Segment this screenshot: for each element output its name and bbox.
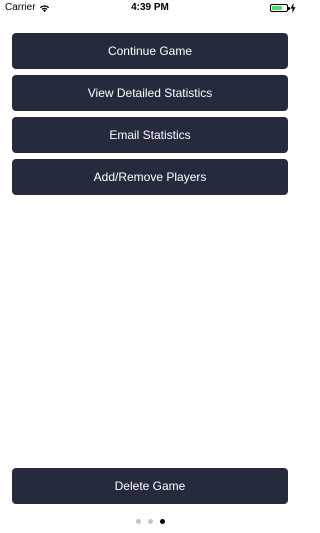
page-dot-active[interactable] — [159, 519, 165, 524]
delete-game-button[interactable]: Delete Game — [12, 468, 288, 504]
status-right — [270, 3, 296, 13]
charging-icon — [290, 3, 296, 13]
continue-game-button[interactable]: Continue Game — [12, 33, 288, 69]
battery-cap — [288, 7, 290, 10]
add-remove-players-button[interactable]: Add/Remove Players — [12, 159, 288, 195]
battery-icon — [270, 4, 290, 12]
page-dot[interactable] — [135, 519, 141, 524]
view-statistics-button[interactable]: View Detailed Statistics — [12, 75, 288, 111]
email-statistics-button[interactable]: Email Statistics — [12, 117, 288, 153]
game-menu-screen: Carrier 4:39 PM Continue Game View Detai… — [0, 0, 300, 533]
page-control[interactable] — [0, 519, 300, 524]
game-menu: Continue Game View Detailed Statistics E… — [12, 33, 288, 201]
battery-fill — [272, 6, 283, 10]
status-time: 4:39 PM — [131, 2, 169, 13]
status-bar: Carrier 4:39 PM — [0, 0, 300, 16]
page-dot[interactable] — [147, 519, 153, 524]
